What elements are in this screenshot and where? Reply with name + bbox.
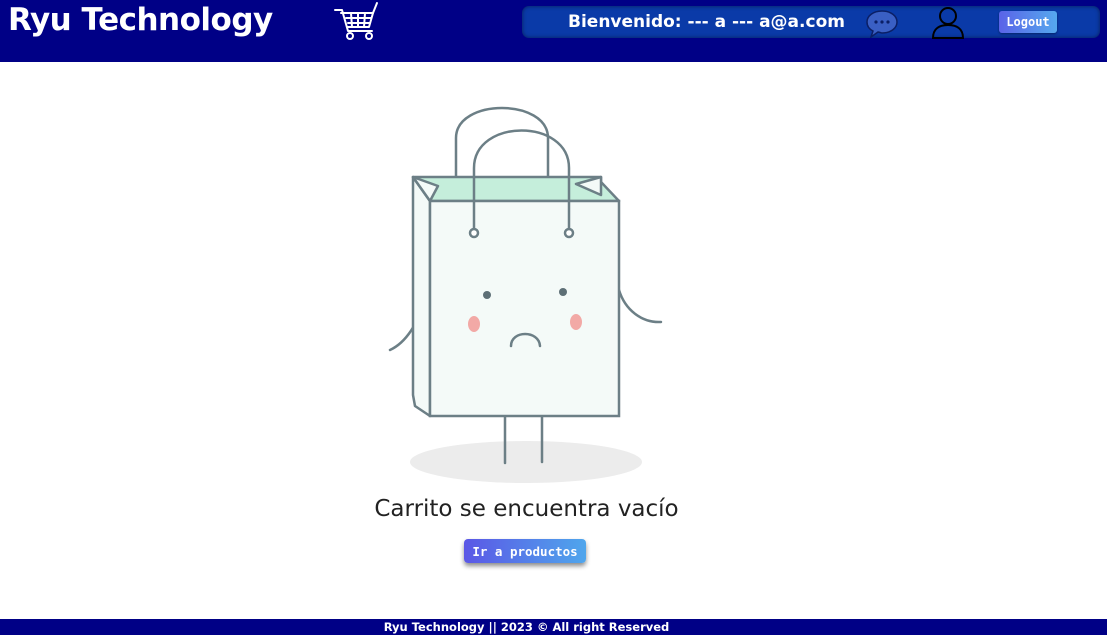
top-navbar: Ryu Technology Bienvenido: --- a --- a@a… — [0, 0, 1107, 62]
chat-bubble-icon[interactable] — [865, 8, 899, 38]
bag-shadow — [410, 441, 642, 483]
go-to-products-button[interactable]: Ir a productos — [464, 539, 586, 563]
footer-text: Ryu Technology || 2023 © All right Reser… — [383, 620, 670, 634]
user-profile-icon[interactable] — [930, 6, 966, 39]
logout-button[interactable]: Logout — [999, 11, 1057, 33]
user-info-bar: Bienvenido: --- a --- a@a.com Logout — [522, 6, 1100, 39]
welcome-text: Bienvenido: --- a --- a@a.com — [568, 12, 845, 32]
empty-cart-message: Carrito se encuentra vacío — [374, 496, 679, 522]
footer: Ryu Technology || 2023 © All right Reser… — [0, 619, 1107, 635]
sad-shopping-bag-illustration — [388, 106, 663, 483]
shopping-cart-icon[interactable] — [333, 1, 381, 43]
brand-title[interactable]: Ryu Technology — [8, 2, 273, 38]
